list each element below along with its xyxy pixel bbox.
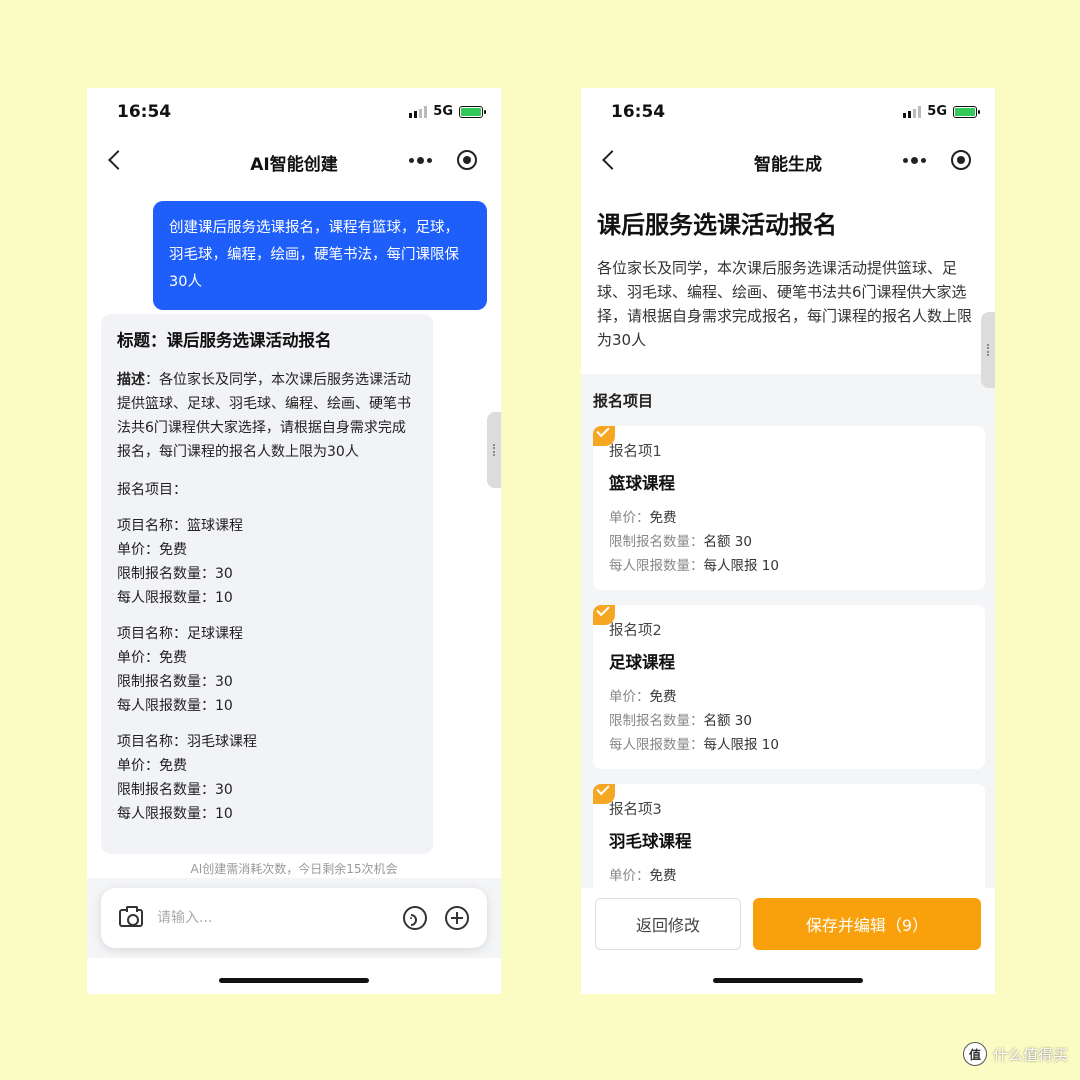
price-label: 单价： [609, 689, 650, 705]
limit-value: 名额 30 [703, 713, 752, 729]
limit-label: 限制报名数量： [609, 534, 704, 550]
home-indicator [713, 978, 863, 983]
item-price-row: 单价：免费 [609, 685, 969, 709]
status-indicators: 5G [409, 104, 486, 119]
camera-icon[interactable] [119, 906, 143, 927]
item-name: 足球课程 [609, 653, 675, 672]
save-and-edit-button[interactable]: 保存并编辑（9） [753, 898, 981, 950]
check-icon[interactable] [593, 784, 615, 804]
side-drawer-handle[interactable] [487, 412, 501, 488]
item-number: 报名项3 [609, 802, 662, 818]
ai-reply-title: 标题：课后服务选课活动报名 [117, 331, 332, 350]
item-price-row: 单价：免费 [609, 864, 969, 888]
ai-item-limit: 限制报名数量：30 [117, 782, 233, 798]
item-name: 羽毛球课程 [609, 832, 692, 851]
price-label: 单价： [609, 868, 650, 884]
ai-item-price: 单价：免费 [117, 758, 187, 774]
ai-desc-label: 描述 [117, 372, 145, 388]
price-value: 免费 [649, 510, 677, 526]
voice-icon[interactable] [403, 906, 427, 930]
signal-icon [903, 105, 922, 118]
ai-item-name: 项目名称：羽毛球课程 [117, 734, 257, 750]
item-per-person-row: 每人限报数量：每人限报 10 [609, 733, 969, 757]
nav-bar: 智能生成 [581, 134, 995, 188]
ai-section-label: 报名项目： [117, 482, 187, 498]
back-edit-button[interactable]: 返回修改 [595, 898, 741, 950]
per-person-label: 每人限报数量： [609, 558, 704, 574]
ai-item-price: 单价：免费 [117, 650, 187, 666]
plus-icon[interactable] [445, 906, 469, 930]
limit-label: 限制报名数量： [609, 713, 704, 729]
watermark-logo-icon: 值 [962, 1042, 987, 1066]
section-label: 报名项目 [593, 392, 654, 410]
network-label: 5G [927, 104, 947, 119]
ai-reply-bubble: 标题：课后服务选课活动报名 描述：各位家长及同学，本次课后服务选课活动提供篮球、… [101, 314, 433, 854]
nav-bar: AI智能创建 [87, 134, 501, 188]
item-limit-row: 限制报名数量：名额 30 [609, 709, 969, 733]
chat-area: 创建课后服务选课报名，课程有篮球，足球，羽毛球，编程，绘画，硬笔书法，每门课限保… [87, 188, 501, 878]
ai-item: 项目名称：羽毛球课程 单价：免费 限制报名数量：30 每人限报数量：10 [117, 730, 417, 826]
item-limit-row: 限制报名数量：名额 30 [609, 530, 969, 554]
user-message-bubble: 创建课后服务选课报名，课程有篮球，足球，羽毛球，编程，绘画，硬笔书法，每门课限保… [153, 201, 487, 310]
chat-input[interactable] [157, 904, 387, 932]
limit-value: 名额 30 [703, 534, 752, 550]
watermark: 值 什么值得买 [962, 1042, 1068, 1066]
left-phone-screen: 16:54 5G AI智能创建 创建课后服务选课报名，课程有篮球，足球，羽毛球，… [87, 88, 501, 994]
battery-icon [459, 105, 486, 118]
per-person-value: 每人限报 10 [703, 558, 779, 574]
signal-icon [409, 105, 428, 118]
status-bar: 16:54 5G [87, 88, 501, 134]
item-name: 篮球课程 [609, 474, 675, 493]
ai-item-per-person: 每人限报数量：10 [117, 590, 233, 606]
status-time: 16:54 [117, 102, 172, 122]
status-bar: 16:54 5G [581, 88, 995, 134]
check-icon[interactable] [593, 605, 615, 625]
network-label: 5G [433, 104, 453, 119]
chat-input-bar [101, 888, 487, 948]
form-title: 课后服务选课活动报名 [597, 211, 837, 239]
side-drawer-handle[interactable] [981, 312, 995, 388]
form-description: 各位家长及同学，本次课后服务选课活动提供篮球、足球、羽毛球、编程、绘画、硬笔书法… [597, 259, 973, 349]
item-number: 报名项1 [609, 444, 662, 460]
more-icon[interactable] [409, 156, 432, 164]
ai-item-name: 项目名称：足球课程 [117, 626, 243, 642]
per-person-label: 每人限报数量： [609, 737, 704, 753]
home-area [87, 958, 501, 994]
quota-tip: AI创建需消耗次数，今日剩余15次机会 [190, 862, 398, 876]
per-person-value: 每人限报 10 [703, 737, 779, 753]
check-icon[interactable] [593, 426, 615, 446]
item-price-row: 单价：免费 [609, 506, 969, 530]
registration-item-card[interactable]: 报名项2 足球课程 单价：免费 限制报名数量：名额 30 每人限报数量：每人限报… [593, 605, 985, 769]
status-time: 16:54 [611, 102, 666, 122]
form-header: 课后服务选课活动报名 各位家长及同学，本次课后服务选课活动提供篮球、足球、羽毛球… [581, 188, 995, 374]
ai-desc-text: ：各位家长及同学，本次课后服务选课活动提供篮球、足球、羽毛球、编程、绘画、硬笔书… [117, 372, 411, 460]
mini-program-capsule [893, 144, 981, 176]
ai-item-price: 单价：免费 [117, 542, 187, 558]
price-label: 单价： [609, 510, 650, 526]
price-value: 免费 [649, 689, 677, 705]
ai-item-limit: 限制报名数量：30 [117, 566, 233, 582]
close-target-icon[interactable] [457, 150, 477, 170]
ai-item-per-person: 每人限报数量：10 [117, 806, 233, 822]
registration-item-card[interactable]: 报名项1 篮球课程 单价：免费 限制报名数量：名额 30 每人限报数量：每人限报… [593, 426, 985, 590]
ai-item-limit: 限制报名数量：30 [117, 674, 233, 690]
ai-item: 项目名称：足球课程 单价：免费 限制报名数量：30 每人限报数量：10 [117, 622, 417, 718]
ai-item-name: 项目名称：篮球课程 [117, 518, 243, 534]
more-icon[interactable] [903, 156, 926, 164]
item-number: 报名项2 [609, 623, 662, 639]
watermark-text: 什么值得买 [992, 1045, 1068, 1064]
mini-program-capsule [399, 144, 487, 176]
ai-reply-description: 描述：各位家长及同学，本次课后服务选课活动提供篮球、足球、羽毛球、编程、绘画、硬… [117, 368, 417, 464]
status-indicators: 5G [903, 104, 980, 119]
close-target-icon[interactable] [951, 150, 971, 170]
ai-item: 项目名称：篮球课程 单价：免费 限制报名数量：30 每人限报数量：10 [117, 514, 417, 610]
price-value: 免费 [649, 868, 677, 884]
battery-icon [953, 105, 980, 118]
home-indicator [219, 978, 369, 983]
ai-item-per-person: 每人限报数量：10 [117, 698, 233, 714]
right-phone-screen: 16:54 5G 智能生成 课后服务选课活动报名 各位家长及同学，本次课后服务选… [581, 88, 995, 994]
item-per-person-row: 每人限报数量：每人限报 10 [609, 554, 969, 578]
